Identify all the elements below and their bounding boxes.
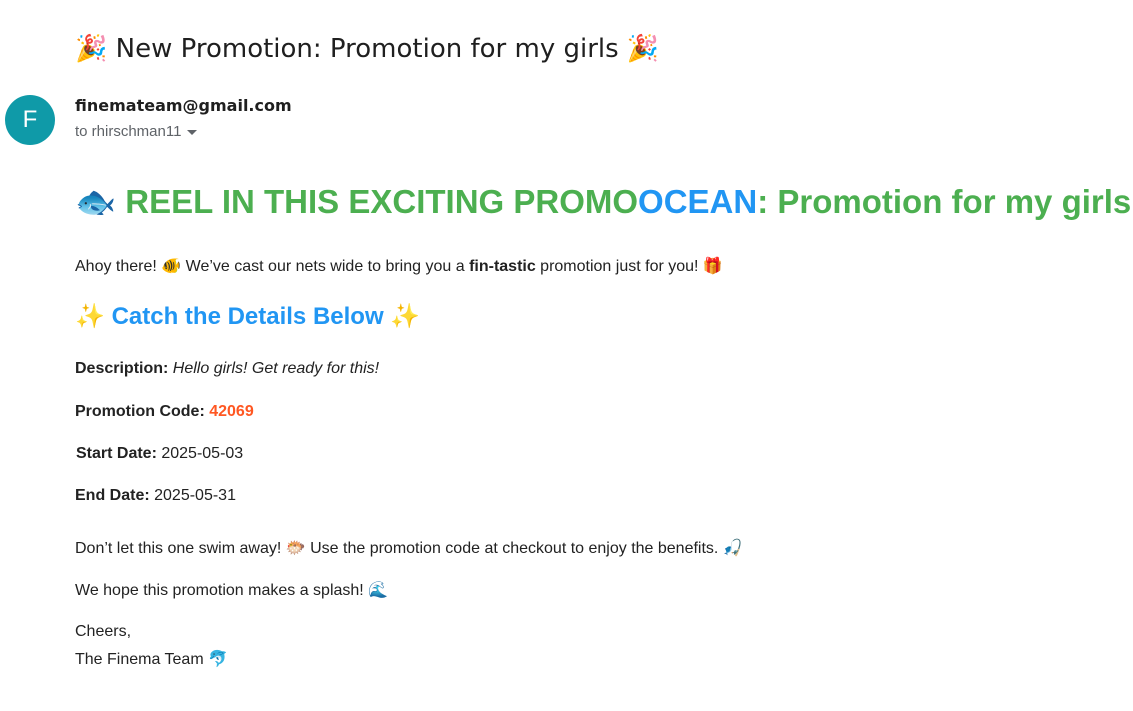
gift-icon: 🎁	[702, 256, 723, 275]
splash-paragraph: We hope this promotion makes a splash! 🌊	[75, 580, 388, 600]
chevron-down-icon[interactable]	[187, 130, 198, 135]
sparkles-icon: ✨	[75, 302, 105, 330]
signoff: Cheers,	[75, 623, 132, 640]
intro-text-1: Ahoy there!	[75, 258, 162, 275]
intro-text-2: We’ve cast our nets wide to bring you a	[181, 258, 470, 275]
dolphin-icon: 🐬	[208, 649, 229, 668]
sender-address[interactable]: finemateam@gmail.com	[75, 96, 292, 115]
details-heading: ✨ Catch the Details Below ✨	[75, 302, 420, 331]
sparkles-icon: ✨	[390, 302, 421, 330]
promotion-code-value[interactable]: 42069	[209, 403, 254, 420]
subject-text: New Promotion: Promotion for my girls	[115, 34, 619, 64]
start-date-value: 2025-05-03	[161, 445, 244, 462]
description-value: Hello girls! Get ready for this!	[172, 360, 380, 377]
cta-paragraph: Don’t let this one swim away! 🐡 Use the …	[75, 538, 743, 558]
headline-part-2: OCEAN	[638, 183, 758, 220]
avatar-letter: F	[22, 106, 38, 133]
recipient-text: to rhirschman11	[75, 123, 182, 140]
start-date-label: Start Date:	[76, 445, 157, 462]
fish-icon: 🐟	[75, 182, 117, 221]
intro-text-3: promotion just for you!	[535, 258, 703, 275]
tropical-fish-icon: 🐠	[161, 256, 182, 275]
end-date-label: End Date:	[75, 487, 150, 504]
party-popper-icon: 🎉	[626, 34, 660, 64]
description-label: Description:	[75, 360, 169, 377]
email-view: 🎉 New Promotion: Promotion for my girls …	[0, 0, 1133, 711]
promo-headline: 🐟 REEL IN THIS EXCITING PROMOOCEAN: Prom…	[75, 182, 1133, 222]
party-popper-icon: 🎉	[75, 34, 108, 64]
cta-text-2: Use the promotion code at checkout to en…	[305, 540, 723, 557]
recipient-details[interactable]: to rhirschman11	[75, 123, 198, 140]
email-subject: 🎉 New Promotion: Promotion for my girls …	[75, 34, 659, 64]
intro-paragraph: Ahoy there! 🐠 We’ve cast our nets wide t…	[75, 256, 723, 276]
start-date-field: Start Date: 2025-05-03	[76, 445, 243, 463]
end-date-value: 2025-05-31	[154, 487, 236, 504]
headline-part-1: REEL IN THIS EXCITING PROMO	[125, 183, 639, 220]
sender-avatar[interactable]: F	[5, 95, 55, 145]
blowfish-icon: 🐡	[285, 538, 306, 557]
promotion-code-label: Promotion Code:	[75, 403, 205, 420]
promotion-code-field: Promotion Code: 42069	[75, 403, 254, 421]
wave-icon: 🌊	[368, 580, 389, 599]
headline-part-3: : Promotion for my girls	[757, 183, 1132, 220]
intro-bold-text: fin-tastic	[469, 258, 536, 275]
splash-text: We hope this promotion makes a splash!	[75, 582, 369, 599]
cta-text-1: Don’t let this one swim away!	[75, 540, 286, 557]
end-date-field: End Date: 2025-05-31	[75, 487, 236, 505]
signature: The Finema Team 🐬	[75, 649, 228, 669]
fishing-rod-icon: 🎣	[722, 538, 743, 557]
signature-text: The Finema Team	[75, 651, 209, 668]
details-heading-text: Catch the Details Below	[111, 303, 384, 330]
description-field: Description: Hello girls! Get ready for …	[75, 360, 379, 378]
